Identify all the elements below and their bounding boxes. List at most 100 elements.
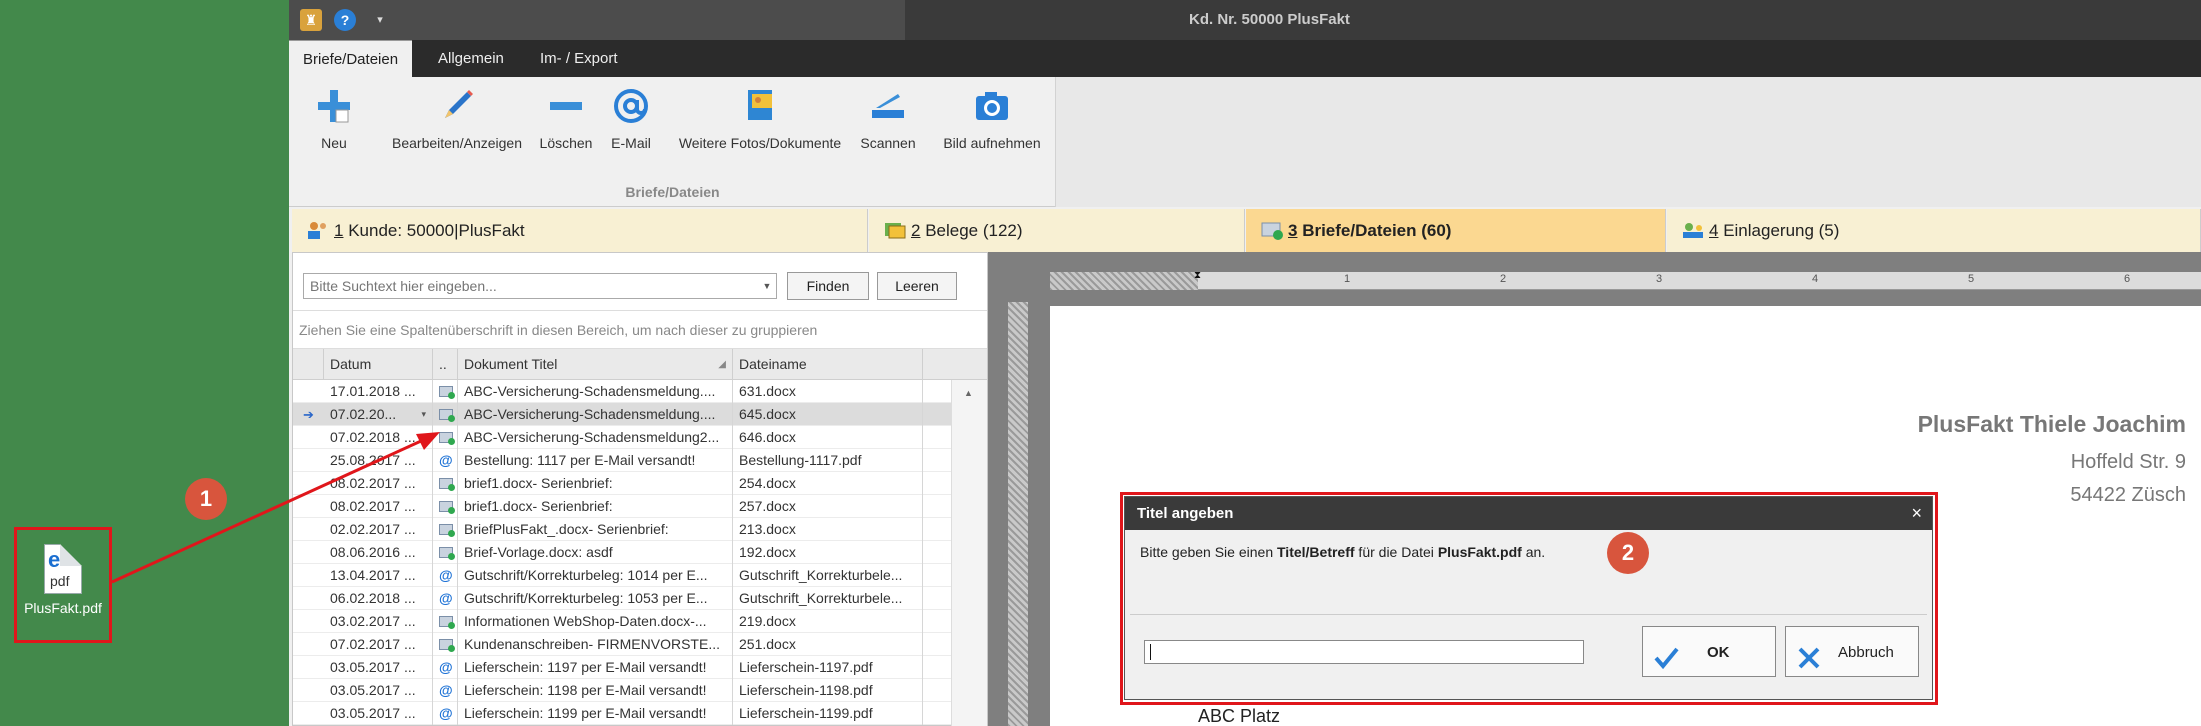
tab-kunde[interactable]: 1 Kunde: 50000|PlusFakt: [292, 209, 868, 252]
tab-einlagerung[interactable]: 4 Einlagerung (5): [1667, 209, 2201, 252]
cell-dateiname: Gutschrift_Korrekturbele...: [733, 587, 923, 610]
column-header-dokument-titel-label: Dokument Titel: [464, 356, 558, 372]
chevron-down-icon[interactable]: ▾: [421, 403, 426, 426]
table-row[interactable]: 25.08.2017 ... @ Bestellung: 1117 per E-Ma…: [293, 449, 987, 472]
table-row[interactable]: 08.02.2017 ... brief1.docx- Serienbrief: 2…: [293, 495, 987, 518]
table-row[interactable]: 03.05.2017 ... @ Lieferschein: 1198 per E-…: [293, 679, 987, 702]
cell-dateiname-text: 213.docx: [739, 521, 796, 537]
find-button[interactable]: Finden: [787, 272, 869, 300]
x-icon: [1796, 640, 1822, 691]
table-row[interactable]: 03.02.2017 ... Informationen WebShop-Date…: [293, 610, 987, 633]
cell-type: @: [433, 656, 458, 679]
ribbon: Neu Bearbeiten/Anzeigen Löschen E-Mail W…: [289, 77, 2201, 207]
column-header-indicator: [293, 349, 324, 380]
search-input[interactable]: [303, 273, 777, 299]
tab-im-export[interactable]: Im- / Export: [526, 40, 632, 77]
column-header-type[interactable]: ..: [433, 349, 458, 380]
cell-type: [433, 495, 458, 518]
dialog-title-bar: Titel angeben ×: [1125, 497, 1932, 530]
tab-belege-label: Belege (122): [920, 221, 1023, 240]
customer-icon: [306, 213, 330, 239]
cell-dokument-titel: ABC-Versicherung-Schadensmeldung....: [458, 380, 733, 403]
vertical-ruler: [1008, 302, 1028, 726]
email-at-icon: @: [439, 682, 453, 698]
table-row[interactable]: 07.02.2017 ... Kundenanschreiben- FIRMENV…: [293, 633, 987, 656]
table-row[interactable]: 02.02.2017 ... BriefPlusFakt_.docx- Serie…: [293, 518, 987, 541]
table-row[interactable]: 03.05.2017 ... @ Lieferschein: 1197 per E-…: [293, 656, 987, 679]
grid-body: 17.01.2018 ... ABC-Versicherung-Schadensm…: [293, 380, 987, 725]
cell-datum-text: 03.05.2017 ...: [330, 659, 416, 675]
grid-scrollbar[interactable]: ▲: [951, 380, 987, 726]
cancel-button[interactable]: Abbruch: [1785, 626, 1919, 677]
row-indicator: [293, 610, 324, 633]
desktop-file-icon-plusfakt-pdf[interactable]: e pdf PlusFakt.pdf: [14, 527, 112, 643]
cell-dateiname-text: 219.docx: [739, 613, 796, 629]
cell-datum-text: 02.02.2017 ...: [330, 521, 416, 537]
scan-button[interactable]: Scannen: [859, 77, 917, 177]
cell-datum: 07.02.2018 ...: [324, 426, 433, 449]
ok-button[interactable]: OK: [1642, 626, 1776, 677]
cell-dokument-titel-text: brief1.docx- Serienbrief:: [464, 498, 613, 514]
table-row[interactable]: 06.02.2018 ... @ Gutschrift/Korrekturbeleg…: [293, 587, 987, 610]
cell-dokument-titel-text: Lieferschein: 1198 per E-Mail versandt!: [464, 682, 707, 698]
edge-logo-icon: e: [48, 547, 61, 572]
delete-button[interactable]: Löschen: [536, 77, 596, 177]
new-button[interactable]: Neu: [303, 77, 365, 177]
app-menu-icon[interactable]: ♜: [300, 9, 322, 31]
take-picture-button-label: Bild aufnehmen: [943, 135, 1041, 151]
more-photos-documents-button[interactable]: Weitere Fotos/Dokumente: [672, 77, 848, 177]
cell-dokument-titel: Lieferschein: 1199 per E-Mail versandt!: [458, 702, 733, 725]
cell-datum-text: 03.05.2017 ...: [330, 682, 416, 698]
cell-datum: 25.08.2017 ...: [324, 449, 433, 472]
cell-dokument-titel-text: brief1.docx- Serienbrief:: [464, 475, 613, 491]
cell-dateiname-text: 192.docx: [739, 544, 796, 560]
window-title: Kd. Nr. 50000 PlusFakt: [1189, 11, 1350, 28]
cell-type: [433, 380, 458, 403]
ruler-indent-marker[interactable]: ⧗: [1194, 270, 1201, 281]
row-indicator: [293, 426, 324, 449]
column-header-datum[interactable]: Datum: [324, 349, 433, 380]
tab-allgemein[interactable]: Allgemein: [424, 40, 518, 77]
cell-datum: 13.04.2017 ...: [324, 564, 433, 587]
table-row[interactable]: 03.05.2017 ... @ Lieferschein: 1199 per E-…: [293, 702, 987, 725]
cell-dateiname: Lieferschein-1199.pdf: [733, 702, 923, 725]
document-list-pane: ▼ Finden Leeren Ziehen Sie eine Spaltenü…: [292, 252, 988, 726]
group-by-hint[interactable]: Ziehen Sie eine Spaltenüberschrift in di…: [293, 311, 987, 349]
tab-briefe-dateien-main[interactable]: 3 Briefe/Dateien (60): [1246, 209, 1666, 252]
email-button[interactable]: E-Mail: [607, 77, 655, 177]
tab-briefe-dateien[interactable]: Briefe/Dateien: [289, 40, 413, 77]
close-icon[interactable]: ×: [1911, 497, 1922, 530]
table-row[interactable]: 08.06.2016 ... Brief-Vorlage.docx: asdf 19…: [293, 541, 987, 564]
scroll-up-icon[interactable]: ▲: [964, 388, 973, 398]
clear-button[interactable]: Leeren: [877, 272, 957, 300]
scan-button-label: Scannen: [860, 135, 916, 151]
cell-dateiname-text: 257.docx: [739, 498, 796, 514]
help-icon[interactable]: ?: [334, 9, 356, 31]
row-indicator: [293, 380, 324, 403]
ribbon-group-label: Briefe/Dateien: [625, 184, 720, 200]
step-badge-2: 2: [1607, 532, 1649, 574]
column-header-dokument-titel[interactable]: Dokument Titel ◢: [458, 349, 733, 380]
documents-icon: [748, 90, 772, 120]
recipient-address-line: ABC Platz: [1198, 706, 1281, 726]
take-picture-button[interactable]: Bild aufnehmen: [942, 77, 1042, 177]
table-row[interactable]: 08.02.2017 ... brief1.docx- Serienbrief: 2…: [293, 472, 987, 495]
cell-dokument-titel: BriefPlusFakt_.docx- Serienbrief:: [458, 518, 733, 541]
quick-access-dropdown-icon[interactable]: ▾: [369, 9, 391, 31]
cell-datum-text: 08.02.2017 ...: [330, 498, 416, 514]
edit-view-button[interactable]: Bearbeiten/Anzeigen: [389, 77, 525, 177]
cell-dokument-titel: ABC-Versicherung-Schadensmeldung2...: [458, 426, 733, 449]
cell-datum: 03.05.2017 ...: [324, 656, 433, 679]
column-header-dateiname[interactable]: Dateiname: [733, 349, 923, 380]
table-row[interactable]: ➔ 07.02.20... ▾ ABC-Versicherung-Schadensme…: [293, 403, 987, 426]
sender-city: 54422 Züsch: [2070, 484, 2186, 506]
cell-dokument-titel: Lieferschein: 1197 per E-Mail versandt!: [458, 656, 733, 679]
cell-dateiname-text: Gutschrift_Korrekturbele...: [739, 567, 903, 583]
title-input[interactable]: [1144, 640, 1584, 664]
search-dropdown-icon[interactable]: ▼: [759, 275, 775, 297]
table-row[interactable]: 17.01.2018 ... ABC-Versicherung-Schadensm…: [293, 380, 987, 403]
table-row[interactable]: 13.04.2017 ... @ Gutschrift/Korrekturbeleg…: [293, 564, 987, 587]
tab-belege[interactable]: 2 Belege (122): [869, 209, 1245, 252]
table-row[interactable]: 07.02.2018 ... ABC-Versicherung-Schadensm…: [293, 426, 987, 449]
cell-dateiname: Bestellung-1117.pdf: [733, 449, 923, 472]
